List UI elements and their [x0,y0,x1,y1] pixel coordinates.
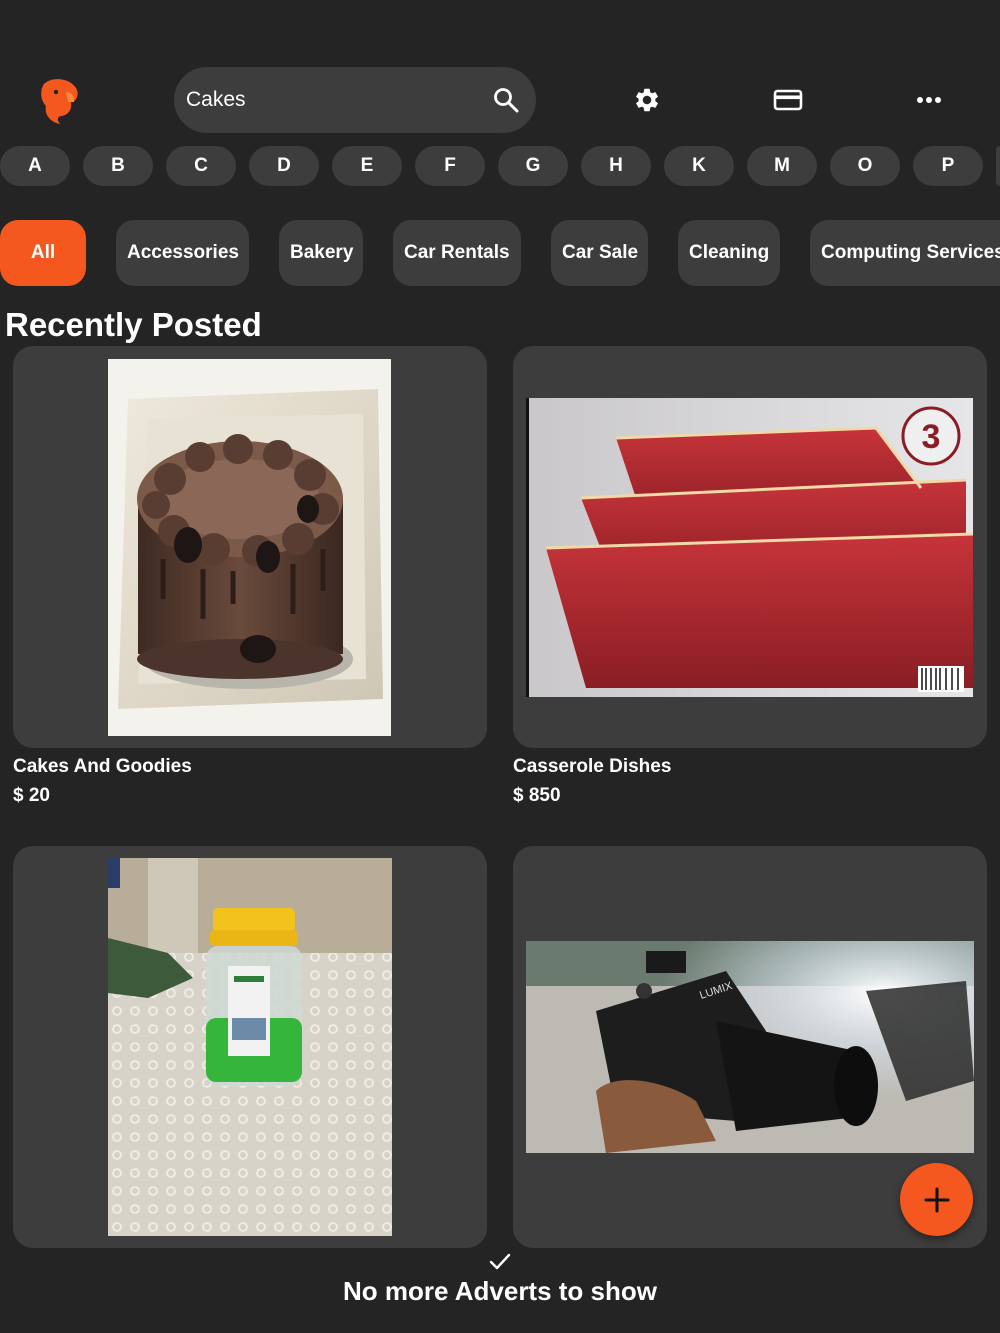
listing-image-jar [108,858,392,1236]
listing-card-jar[interactable] [13,846,487,1248]
letter-chip-d[interactable]: D [249,146,319,186]
category-chip-bakery[interactable]: Bakery [279,220,363,286]
plus-icon [924,1187,949,1212]
category-chip-computing-services[interactable]: Computing Services [810,220,1000,286]
svg-text:3: 3 [922,418,941,456]
section-title: Recently Posted [5,306,262,343]
letter-chip-e[interactable]: E [332,146,402,186]
letter-chip-a[interactable]: A [0,146,70,186]
listing-title[interactable]: Cakes And Goodies [13,756,192,778]
app-screen: A B C D E F G H K M O P All Accessories … [0,0,1000,1333]
credit-card-icon[interactable] [773,85,803,115]
category-chip-accessories[interactable]: Accessories [116,220,249,286]
listing-image-casserole: 3 [526,398,973,697]
search-bar[interactable] [174,67,536,133]
letter-filter-bar: A B C D E F G H K M O P [0,146,1000,188]
letter-chip-p[interactable]: P [913,146,983,186]
letter-chip-m[interactable]: M [747,146,817,186]
letter-chip-g[interactable]: G [498,146,568,186]
category-chip-all[interactable]: All [0,220,86,286]
listing-card-casserole[interactable]: 3 [513,346,987,748]
listing-title[interactable]: Casserole Dishes [513,756,671,778]
more-horizontal-icon[interactable] [914,85,944,115]
letter-chip-overflow[interactable] [996,146,1000,186]
checkmark-icon [488,1252,512,1272]
letter-chip-o[interactable]: O [830,146,900,186]
category-chip-car-rentals[interactable]: Car Rentals [393,220,521,286]
letter-chip-k[interactable]: K [664,146,734,186]
category-chip-cleaning[interactable]: Cleaning [678,220,780,286]
search-icon[interactable] [492,86,520,114]
listing-price: $ 20 [13,785,50,806]
app-logo-icon[interactable] [38,78,82,124]
listing-price: $ 850 [513,785,561,806]
add-listing-button[interactable] [900,1163,973,1236]
letter-chip-h[interactable]: H [581,146,651,186]
gear-icon[interactable] [632,85,662,115]
listing-card-cakes[interactable] [13,346,487,748]
category-chip-car-sale[interactable]: Car Sale [551,220,648,286]
listing-image-cake [108,359,391,736]
letter-chip-b[interactable]: B [83,146,153,186]
listing-image-camera: LUMIX [526,941,974,1153]
end-of-list-message: No more Adverts to show [343,1276,657,1306]
category-filter-bar: All Accessories Bakery Car Rentals Car S… [0,220,1000,286]
letter-chip-f[interactable]: F [415,146,485,186]
letter-chip-c[interactable]: C [166,146,236,186]
search-input[interactable] [184,79,478,121]
